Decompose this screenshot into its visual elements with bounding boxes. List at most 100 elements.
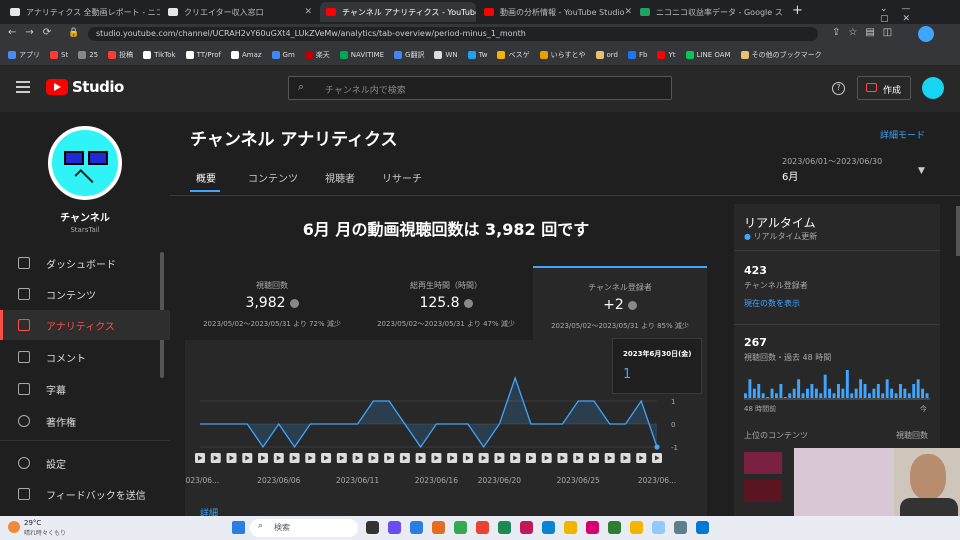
period-select[interactable]: 6月 — [782, 168, 798, 183]
profile-avatar[interactable] — [918, 26, 934, 42]
realtime-bar[interactable] — [819, 393, 823, 398]
bookmark-item[interactable]: 楽天 — [304, 50, 330, 60]
url-field[interactable]: studio.youtube.com/channel/UCRAH2vY60uGX… — [88, 27, 818, 41]
sidebar-item-analytics[interactable]: アナリティクス — [0, 310, 170, 340]
taskbar-app-icon[interactable] — [586, 521, 599, 534]
realtime-bar[interactable] — [894, 393, 898, 398]
bookmark-item[interactable]: Tw — [467, 50, 487, 59]
weather-icon[interactable] — [8, 521, 20, 533]
realtime-bar[interactable] — [801, 393, 805, 398]
realtime-bar[interactable] — [761, 393, 765, 398]
taskbar-app-icon[interactable] — [520, 521, 533, 534]
bookmark-item[interactable]: WN — [434, 50, 458, 59]
sidebar-item-content[interactable]: コンテンツ — [0, 279, 170, 309]
bookmark-item[interactable]: 25 — [78, 50, 98, 59]
taskbar-app-icon[interactable] — [608, 521, 621, 534]
sidebar-item-dashboard[interactable]: ダッシュボード — [0, 248, 170, 278]
bookmark-item[interactable]: ord — [595, 50, 618, 59]
realtime-bar[interactable] — [783, 397, 787, 398]
close-icon[interactable]: ✕ — [304, 7, 312, 17]
realtime-bar[interactable] — [832, 393, 836, 398]
taskbar-app-icon[interactable] — [410, 521, 423, 534]
taskbar-search[interactable]: ⌕ 検索 — [250, 519, 358, 537]
sidebar-item-subtitles[interactable]: 字幕 — [0, 374, 170, 404]
realtime-bar[interactable] — [788, 393, 792, 398]
taskbar-app-icon[interactable] — [476, 521, 489, 534]
realtime-bar[interactable] — [850, 393, 854, 398]
realtime-bar[interactable] — [757, 384, 761, 398]
taskbar-app-icon[interactable] — [542, 521, 555, 534]
windows-start-icon[interactable] — [232, 521, 245, 534]
stat-views[interactable]: 視聴回数 3,982 2023/05/02～2023/05/31 より 72% … — [185, 266, 359, 340]
data-point[interactable] — [654, 444, 660, 450]
realtime-bar[interactable] — [868, 393, 871, 398]
search-box[interactable]: ⌕ チャンネル内で検索 — [288, 76, 672, 100]
page-scrollbar[interactable] — [956, 206, 960, 256]
bookmark-item[interactable]: その他のブックマーク — [740, 50, 822, 60]
realtime-bar[interactable] — [872, 388, 876, 398]
taskbar-app-icon[interactable] — [630, 521, 643, 534]
bookmark-item[interactable]: NAVITIME — [339, 50, 384, 59]
search-input[interactable]: チャンネル内で検索 — [325, 83, 406, 96]
lock-icon[interactable]: 🔒 — [68, 28, 79, 38]
realtime-bar[interactable] — [845, 370, 849, 398]
tab-content[interactable]: コンテンツ — [248, 170, 298, 185]
sidebar-item-copyright[interactable]: 著作権 — [0, 406, 170, 436]
realtime-bar[interactable] — [770, 388, 774, 398]
realtime-bar[interactable] — [903, 388, 907, 398]
chevron-down-icon[interactable]: ▼ — [918, 166, 925, 176]
bookmark-item[interactable]: アプリ — [8, 50, 40, 60]
taskbar-app-icon[interactable] — [674, 521, 687, 534]
bookmark-item[interactable]: いらすとや — [539, 50, 586, 60]
realtime-bar[interactable] — [814, 388, 818, 398]
create-button[interactable]: 作成 — [857, 76, 911, 100]
date-range-text[interactable]: 2023/06/01～2023/06/30 — [782, 156, 882, 167]
help-icon[interactable]: ? — [832, 82, 845, 95]
tab-creator-income[interactable]: クリエイター収入窓口 ✕ — [162, 2, 318, 22]
realtime-bar[interactable] — [744, 393, 747, 398]
tab-youtube-analytics[interactable]: チャンネル アナリティクス - YouTube Studio✕ — [320, 2, 476, 22]
taskbar-app-icon[interactable] — [388, 521, 401, 534]
tab-research[interactable]: リサーチ — [382, 170, 422, 185]
tab-video-analysis[interactable]: 動画の分析情報 - YouTube Studio ✕ — [478, 2, 632, 22]
realtime-bar[interactable] — [881, 393, 885, 398]
tab-nico-analytics[interactable]: アナリティクス 全動画レポート - ニコニコ✕ — [4, 2, 160, 22]
tab-overview[interactable]: 概要 — [196, 170, 216, 185]
show-count-link[interactable]: 現在の数を表示 — [744, 298, 800, 309]
video-thumbnail[interactable] — [744, 452, 782, 474]
taskbar-app-icon[interactable] — [652, 521, 665, 534]
bookmark-item[interactable]: TikTok — [143, 50, 176, 59]
sidebar-item-feedback[interactable]: フィードバックを送信 — [0, 479, 170, 509]
realtime-bar[interactable] — [899, 384, 902, 398]
window-controls[interactable]: ⌄—▢✕ — [880, 4, 960, 24]
bookmark-item[interactable]: St — [50, 50, 68, 59]
realtime-bar[interactable] — [925, 393, 929, 398]
realtime-bar[interactable] — [823, 374, 827, 398]
new-tab-button[interactable]: + — [792, 3, 803, 18]
stat-watch-time[interactable]: 総再生時間（時間） 125.8 2023/05/02～2023/05/31 より… — [359, 266, 533, 340]
taskbar-app-icon[interactable] — [454, 521, 467, 534]
bookmark-item[interactable]: G翻訳 — [394, 50, 424, 60]
taskbar-app-icon[interactable] — [564, 521, 577, 534]
account-avatar[interactable] — [922, 77, 944, 99]
realtime-bar[interactable] — [863, 384, 867, 398]
youtube-logo-icon[interactable] — [46, 79, 68, 95]
bookmark-item[interactable]: Yt — [657, 50, 676, 59]
sidebar-item-settings[interactable]: 設定 — [0, 448, 170, 478]
sidebar-item-comments[interactable]: コメント — [0, 342, 170, 372]
menu-icon[interactable] — [16, 81, 30, 93]
realtime-bar[interactable] — [775, 393, 778, 398]
realtime-bar[interactable] — [876, 384, 880, 398]
realtime-bar[interactable] — [797, 379, 801, 398]
bookmark-item[interactable]: LINE OAM — [685, 50, 731, 59]
video-thumbnail[interactable] — [744, 480, 782, 502]
realtime-bar[interactable] — [779, 384, 783, 398]
realtime-bar[interactable] — [837, 384, 840, 398]
taskbar-app-icon[interactable] — [498, 521, 511, 534]
realtime-bar[interactable] — [921, 388, 925, 398]
realtime-bar[interactable] — [859, 379, 863, 398]
bookmark-item[interactable]: 投稿 — [108, 50, 133, 60]
stat-subscribers[interactable]: チャンネル登録者 +2 2023/05/02～2023/05/31 より 85%… — [533, 266, 707, 340]
bookmark-item[interactable]: TT/Prof — [185, 50, 221, 59]
advanced-mode-link[interactable]: 詳細モード — [880, 128, 925, 141]
